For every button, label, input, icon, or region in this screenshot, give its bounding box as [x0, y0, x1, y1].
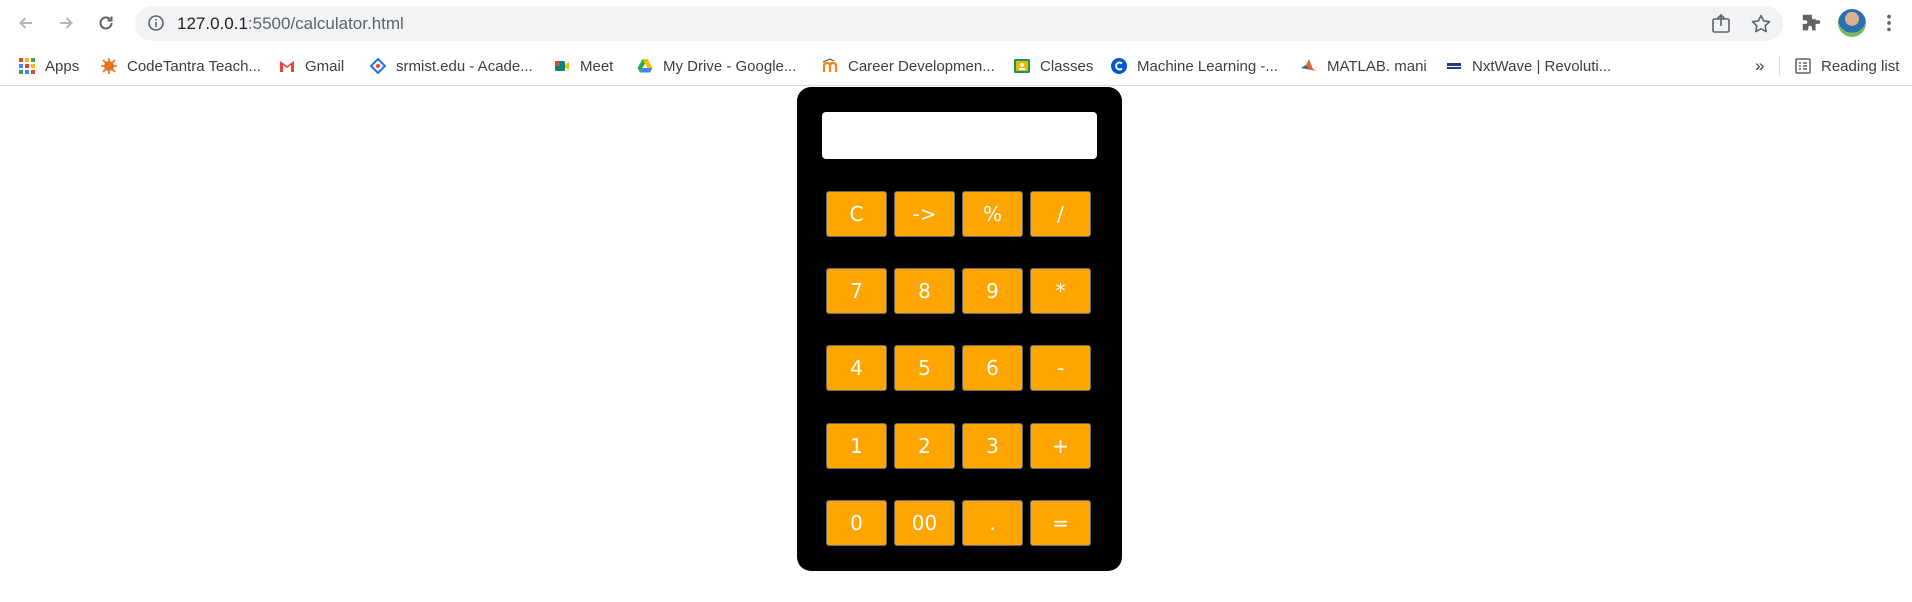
reading-list-icon [1795, 58, 1811, 74]
profile-avatar[interactable] [1838, 9, 1866, 37]
bookmark-drive[interactable]: My Drive - Google... [637, 55, 796, 77]
bookmark-star-icon[interactable] [1750, 13, 1772, 35]
site-info-icon[interactable] [147, 14, 165, 32]
arrow-right-icon [60, 17, 73, 29]
bookmark-label: MATLAB. mani [1327, 57, 1427, 75]
bookmarks-divider [1779, 56, 1780, 76]
classroom-icon [1014, 59, 1030, 73]
bookmark-matlab[interactable]: MATLAB. mani [1301, 55, 1427, 77]
bookmark-label: My Drive - Google... [663, 57, 797, 75]
url-host: 127.0.0.1 [177, 14, 248, 33]
calculator-display[interactable] [822, 112, 1097, 159]
url-text[interactable]: 127.0.0.1:5500/calculator.html [177, 14, 404, 34]
extensions-button[interactable] [1799, 11, 1823, 35]
bookmark-label: Machine Learning -... [1137, 57, 1278, 75]
key-equals-button[interactable]: = [1030, 500, 1091, 546]
forward-button[interactable] [51, 8, 81, 38]
bookmark-nxtwave[interactable]: NxtWave | Revoluti... [1446, 55, 1611, 77]
bookmark-label: Meet [580, 57, 614, 75]
key-digit-3-button[interactable]: 3 [962, 423, 1023, 469]
bookmark-srmist[interactable]: srmist.edu - Acade... [370, 55, 533, 77]
codetantra-icon [101, 58, 117, 74]
bookmark-codetantra[interactable]: CodeTantra Teach... [101, 55, 261, 77]
moodle-icon [822, 58, 838, 72]
key-digit-9-button[interactable]: 9 [962, 268, 1023, 314]
bookmark-label: CodeTantra Teach... [127, 57, 261, 75]
reading-list-button[interactable]: Reading list [1795, 55, 1899, 77]
key-backspace-button[interactable]: -> [894, 191, 955, 237]
key-double-zero-button[interactable]: 00 [894, 500, 955, 546]
browser-menu-button[interactable] [1877, 11, 1901, 35]
reading-list-label: Reading list [1821, 57, 1900, 75]
key-digit-5-button[interactable]: 5 [894, 345, 955, 391]
bookmarks-bar: Apps CodeTantra Teach... Gmail srmist.ed… [0, 46, 1912, 86]
key-digit-6-button[interactable]: 6 [962, 345, 1023, 391]
more-bookmarks-button[interactable]: » [1755, 55, 1764, 77]
arrow-left-icon [19, 17, 32, 29]
key-multiply-button[interactable]: * [1030, 268, 1091, 314]
reload-icon [99, 16, 113, 30]
gmail-icon [280, 61, 294, 72]
apps-grid-icon [19, 58, 35, 74]
bookmark-label: Classes [1040, 57, 1094, 75]
browser-toolbar: 127.0.0.1:5500/calculator.html [0, 0, 1912, 46]
reload-button[interactable] [91, 8, 121, 38]
bookmark-gmail[interactable]: Gmail [279, 55, 344, 77]
key-digit-7-button[interactable]: 7 [826, 268, 887, 314]
bookmark-label: Apps [45, 57, 80, 75]
key-digit-8-button[interactable]: 8 [894, 268, 955, 314]
bookmark-label: Career Developmen... [848, 57, 995, 75]
key-percent-button[interactable]: % [962, 191, 1023, 237]
bookmark-label: srmist.edu - Acade... [396, 57, 533, 75]
share-icon[interactable] [1710, 13, 1732, 35]
meet-icon [555, 61, 569, 71]
address-bar[interactable]: 127.0.0.1:5500/calculator.html [135, 6, 1783, 41]
key-divide-button[interactable]: / [1030, 191, 1091, 237]
nxtwave-icon [1447, 63, 1461, 69]
bookmark-machine-learning[interactable]: Machine Learning -... [1111, 55, 1278, 77]
drive-icon [637, 59, 653, 73]
key-digit-1-button[interactable]: 1 [826, 423, 887, 469]
kebab-menu-icon [1887, 14, 1891, 32]
calculator: C ->%/ 7 8 9 * 4 5 6- 1 2 3 +0 00. = [797, 87, 1122, 571]
bookmark-meet[interactable]: Meet [554, 55, 613, 77]
srmist-icon [370, 58, 386, 74]
key-digit-2-button[interactable]: 2 [894, 423, 955, 469]
bookmark-classes[interactable]: Classes [1014, 55, 1093, 77]
key-plus-button[interactable]: + [1030, 423, 1091, 469]
matlab-icon [1301, 59, 1317, 71]
key-minus-button[interactable]: - [1030, 345, 1091, 391]
bookmark-career[interactable]: Career Developmen... [822, 55, 995, 77]
key-decimal-button[interactable]: . [962, 500, 1023, 546]
url-path: :5500/calculator.html [247, 14, 404, 33]
bookmark-label: NxtWave | Revoluti... [1472, 57, 1612, 75]
puzzle-icon [1802, 14, 1821, 31]
bookmark-apps[interactable]: Apps [19, 55, 79, 77]
key-clear-button[interactable]: C [826, 191, 887, 237]
back-button[interactable] [11, 8, 41, 38]
coursera-icon [1111, 58, 1127, 74]
bookmark-label: Gmail [305, 57, 345, 75]
key-digit-4-button[interactable]: 4 [826, 345, 887, 391]
chevron-double-right-icon: » [1755, 56, 1765, 75]
key-digit-0-button[interactable]: 0 [826, 500, 887, 546]
